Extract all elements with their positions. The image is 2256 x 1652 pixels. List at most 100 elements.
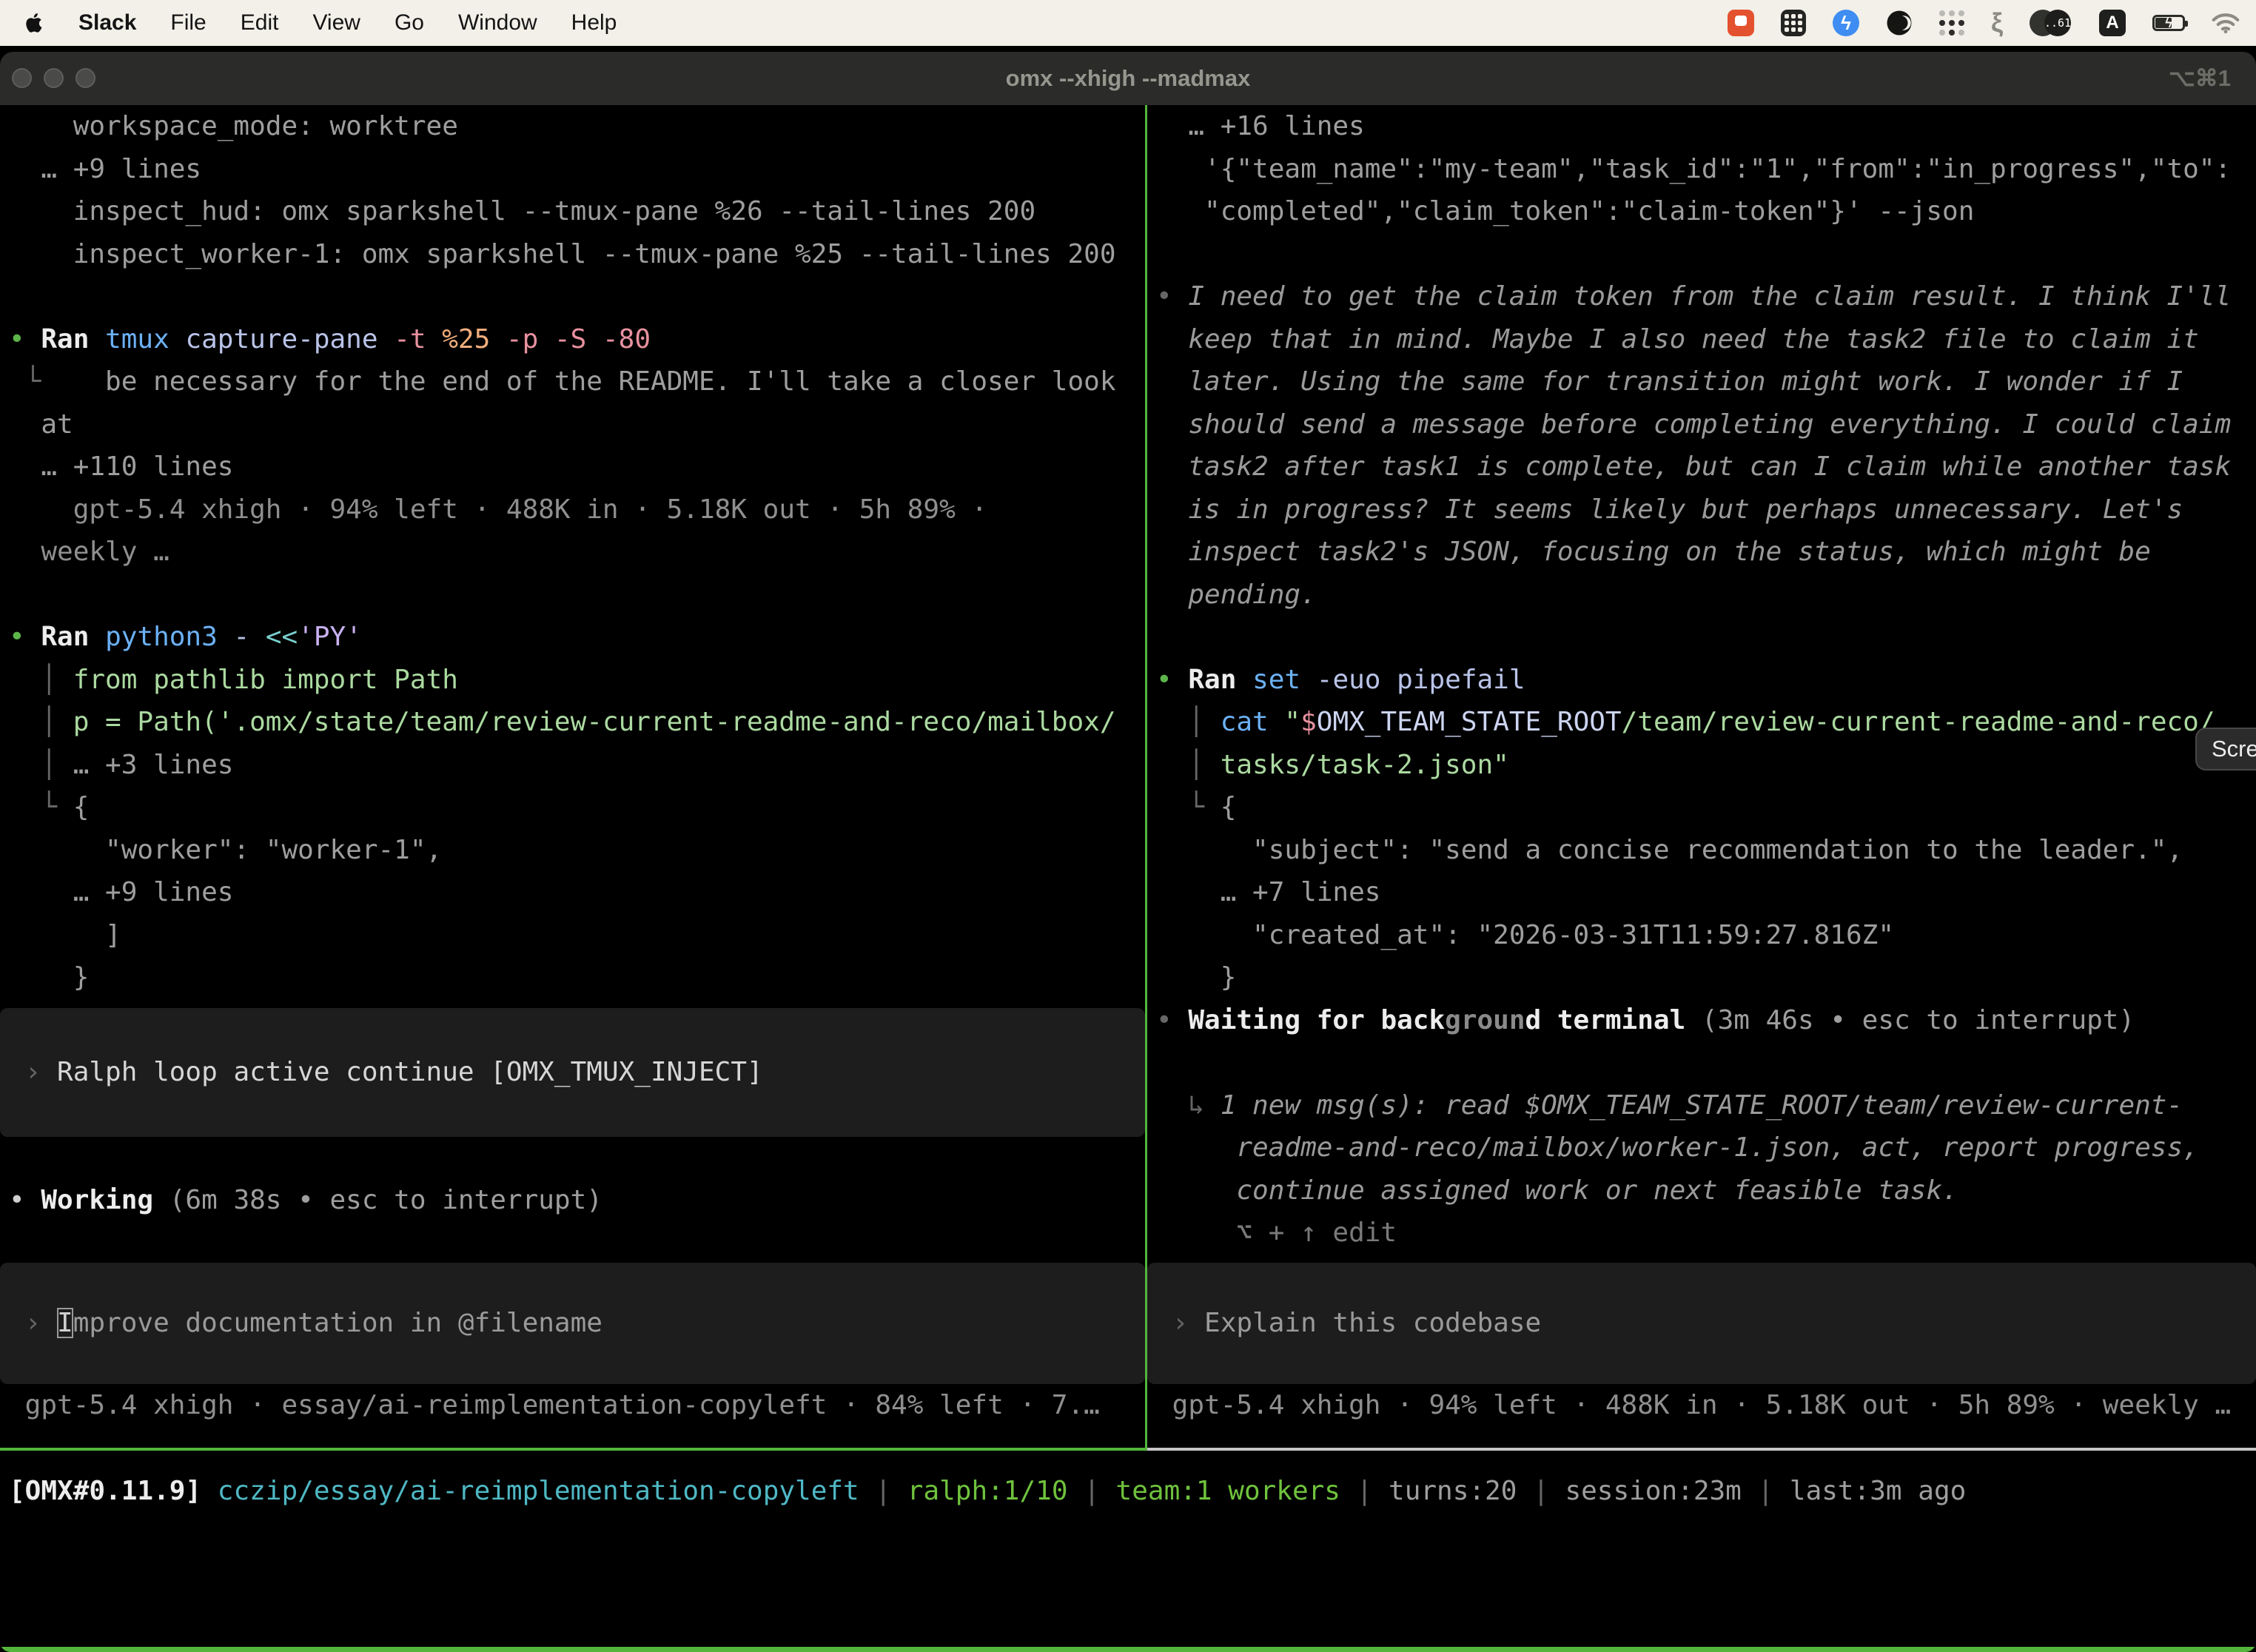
tmux-host-clock: "MacBook-Pro-44.local" 05:03 31-Mar-26 — [1640, 1647, 2250, 1652]
wifi-icon[interactable] — [2212, 8, 2240, 38]
terminal-line: } — [1147, 956, 2256, 999]
menu-bar: Slack File Edit View Go Window Help ϟ ξ ..61 … — [0, 0, 2256, 46]
terminal-line: later. Using the same for transition mig… — [1147, 360, 2256, 403]
terminal-line: • Waiting for background terminal (3m 46… — [1147, 999, 2256, 1042]
terminal-line: "subject": "send a concise recommendatio… — [1147, 829, 2256, 872]
screen: { "colors": { "accent_green":"#53b53c", … — [0, 0, 2256, 1652]
left-pane[interactable]: workspace_mode: worktree … +9 lines insp… — [0, 105, 1145, 1448]
terminal-line: inspect task2's JSON, focusing on the st… — [1147, 531, 2256, 574]
terminal-line: › Explain this codebase — [1147, 1302, 2256, 1345]
omx-status-pane: [OMX#0.11.9] cczip/essay/ai-reimplementa… — [0, 1451, 2256, 1595]
badge-count: ..61 — [2044, 10, 2071, 36]
terminal-line: task2 after task1 is complete, but can I… — [1147, 446, 2256, 488]
terminal-line — [0, 574, 1145, 617]
terminal-line: ] — [0, 914, 1145, 957]
terminal-line: • Ran python3 - <<'PY' — [0, 616, 1145, 659]
dots-grid-icon[interactable] — [1939, 8, 1964, 38]
window-title: omx --xhigh --madmax — [0, 52, 2256, 105]
terminal-line: … +7 lines — [1147, 871, 2256, 914]
overlap-circles-icon[interactable]: ..61 — [2030, 8, 2072, 38]
input-source-icon[interactable]: A — [2099, 8, 2126, 38]
terminal-line: } — [0, 956, 1145, 999]
left-pane-scrollback: workspace_mode: worktree … +9 lines insp… — [0, 105, 1145, 1222]
terminal-line: at — [0, 403, 1145, 446]
pane-divider[interactable] — [1145, 105, 1147, 1448]
right-pane[interactable]: … +16 lines '{"team_name":"my-team","tas… — [1147, 105, 2256, 1448]
terminal-line: "worker": "worker-1", — [0, 829, 1145, 872]
terminal-line: [OMX#0.11.9] cczip/essay/ai-reimplementa… — [0, 1470, 2256, 1513]
terminal-line: workspace_mode: worktree — [0, 105, 1145, 148]
terminal-line: keep that in mind. Maybe I also need the… — [1147, 318, 2256, 361]
active-app-name[interactable]: Slack — [78, 10, 136, 36]
terminal-line: … +9 lines — [0, 871, 1145, 914]
terminal-line: … +16 lines — [1147, 105, 2256, 148]
terminal-line: gpt-5.4 xhigh · 94% left · 488K in · 5.1… — [1147, 1384, 2256, 1427]
messenger-icon[interactable]: ϟ — [1833, 8, 1859, 38]
prompt-input[interactable]: › Explain this codebase — [1147, 1263, 2256, 1384]
window-shortcut-badge: ⌥⌘1 — [2169, 52, 2231, 105]
terminal-line: is in progress? It seems likely but perh… — [1147, 488, 2256, 531]
terminal-content: workspace_mode: worktree … +9 lines insp… — [0, 105, 2256, 1652]
terminal-line: • Ran tmux capture-pane -t %25 -p -S -80 — [0, 318, 1145, 361]
menu-item-help[interactable]: Help — [571, 10, 617, 36]
terminal-line: inspect_hud: omx sparkshell --tmux-pane … — [0, 190, 1145, 233]
terminal-line: • I need to get the claim token from the… — [1147, 275, 2256, 318]
menu-item-go[interactable]: Go — [395, 10, 424, 36]
terminal-line: └ { — [0, 786, 1145, 829]
terminal-line: • Ran set -euo pipefail — [1147, 659, 2256, 702]
terminal-line — [1147, 1041, 2256, 1084]
terminal-line: "completed","claim_token":"claim-token"}… — [1147, 190, 2256, 233]
terminal-line: │ from pathlib import Path — [0, 659, 1145, 702]
right-pane-footer: gpt-5.4 xhigh · 94% left · 488K in · 5.1… — [1147, 1384, 2256, 1427]
terminal-line: │ p = Path('.omx/state/team/review-curre… — [0, 701, 1145, 744]
menu-item-view[interactable]: View — [312, 10, 360, 36]
keyboard-grid-icon[interactable] — [1781, 8, 1806, 38]
terminal-line: │ … +3 lines — [0, 744, 1145, 787]
terminal-line: └ { — [1147, 786, 2256, 829]
terminal-line: weekly … — [0, 531, 1145, 574]
menu-status-icons: ϟ ξ ..61 A ϟ — [1728, 8, 2256, 38]
omx-status-line: [OMX#0.11.9] cczip/essay/ai-reimplementa… — [0, 1470, 2256, 1513]
terminal-line: › Improve documentation in @filename — [0, 1302, 1145, 1345]
terminal-line: ⌥ + ↑ edit — [1147, 1212, 2256, 1255]
terminal-line: gpt-5.4 xhigh · 94% left · 488K in · 5.1… — [0, 488, 1145, 531]
prompt-input[interactable]: › Improve documentation in @filename — [0, 1263, 1145, 1384]
battery-charging-icon[interactable]: ϟ — [2152, 8, 2185, 38]
title-bar: omx --xhigh --madmax ⌥⌘1 — [0, 52, 2256, 105]
menu-item-edit[interactable]: Edit — [241, 10, 279, 36]
terminal-line: readme-and-reco/mailbox/worker-1.json, a… — [1147, 1126, 2256, 1169]
terminal-line: • Working (6m 38s • esc to interrupt) — [0, 1179, 1145, 1222]
left-prompt-area: › Improve documentation in @filename gpt… — [0, 1263, 1145, 1427]
menu-item-file[interactable]: File — [170, 10, 206, 36]
moon-circle-icon[interactable] — [1886, 8, 1913, 38]
tmux-session-label[interactable]: [omx-cczip0:bash* — [6, 1647, 278, 1652]
menu-items: File Edit View Go Window Help — [170, 10, 617, 36]
terminal-line: … +9 lines — [0, 148, 1145, 191]
tmux-status-bar: [omx-cczip0:bash* "MacBook-Pro-44.local"… — [0, 1647, 2256, 1652]
terminal-line: continue assigned work or next feasible … — [1147, 1169, 2256, 1212]
terminal-line: … +110 lines — [0, 446, 1145, 488]
terminal-line — [0, 1137, 1145, 1180]
terminal-window: omx --xhigh --madmax ⌥⌘1 workspace_mode:… — [0, 52, 2256, 1652]
terminal-line — [0, 275, 1145, 318]
right-prompt-area: › Explain this codebase gpt-5.4 xhigh · … — [1147, 1263, 2256, 1427]
terminal-line — [1147, 616, 2256, 659]
dragon-icon[interactable]: ξ — [1991, 8, 2003, 38]
terminal-line: gpt-5.4 xhigh · essay/ai-reimplementatio… — [0, 1384, 1145, 1427]
terminal-line: │ cat "$OMX_TEAM_STATE_ROOT/team/review-… — [1147, 701, 2256, 744]
inject-banner: › Ralph loop active continue [OMX_TMUX_I… — [0, 1008, 1145, 1137]
apple-menu-icon[interactable] — [25, 12, 44, 34]
terminal-line: pending. — [1147, 574, 2256, 617]
right-pane-scrollback: … +16 lines '{"team_name":"my-team","tas… — [1147, 105, 2256, 1255]
terminal-line: '{"team_name":"my-team","task_id":"1","f… — [1147, 148, 2256, 191]
terminal-line: "created_at": "2026-03-31T11:59:27.816Z" — [1147, 914, 2256, 957]
menu-item-window[interactable]: Window — [458, 10, 537, 36]
terminal-line — [1147, 233, 2256, 276]
chat-app-icon[interactable] — [1728, 8, 1754, 38]
terminal-line: ↳ 1 new msg(s): read $OMX_TEAM_STATE_ROO… — [1147, 1084, 2256, 1127]
terminal-line: │ tasks/task-2.json" — [1147, 744, 2256, 787]
terminal-line: › Ralph loop active continue [OMX_TMUX_I… — [0, 1051, 1145, 1094]
screen-overlay-button[interactable]: Scre — [2195, 728, 2256, 770]
left-pane-footer: gpt-5.4 xhigh · essay/ai-reimplementatio… — [0, 1384, 1145, 1427]
terminal-line: should send a message before completing … — [1147, 403, 2256, 446]
